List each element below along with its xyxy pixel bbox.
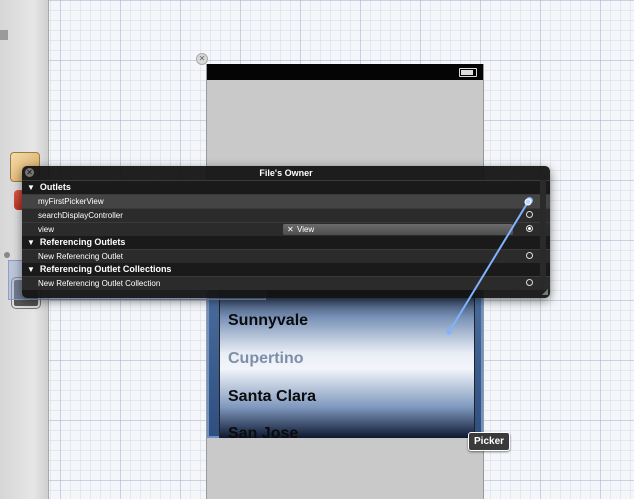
connections-hud[interactable]: File's Owner ✕ ▼ Outlets myFirstPickerVie… [22, 166, 550, 298]
outlet-row-myfirstpickerview[interactable]: myFirstPickerView [22, 194, 550, 208]
picker-label-badge: Picker [468, 432, 511, 451]
resize-grip-icon[interactable]: ◢ [542, 287, 548, 296]
connection-circle-filled-icon[interactable] [526, 225, 533, 232]
picker-row: Cupertino [228, 350, 304, 367]
connection-circle-icon[interactable] [526, 252, 533, 259]
outlet-label: New Referencing Outlet Collection [38, 279, 161, 288]
disclosure-triangle-icon[interactable]: ▼ [27, 238, 35, 247]
hud-title: File's Owner [22, 166, 550, 181]
section-label: Referencing Outlet Collections [39, 264, 172, 274]
section-referencing-outlets[interactable]: ▼ Referencing Outlets [22, 236, 550, 249]
dock-collapse-icon[interactable] [4, 252, 10, 258]
connection-circle-icon[interactable] [526, 211, 533, 218]
outlet-row-view[interactable]: view ✕ View [22, 222, 550, 236]
outlet-row-searchdisplaycontroller[interactable]: searchDisplayController [22, 208, 550, 222]
section-referencing-outlet-collections[interactable]: ▼ Referencing Outlet Collections [22, 263, 550, 276]
disconnect-x-icon[interactable]: ✕ [287, 224, 294, 235]
connection-target[interactable]: ✕ View [283, 224, 513, 235]
connection-circle-icon[interactable] [526, 197, 533, 204]
connection-circle-icon[interactable] [526, 279, 533, 286]
section-label: Outlets [39, 182, 71, 192]
outlet-row-new-referencing-outlet[interactable]: New Referencing Outlet [22, 249, 550, 263]
picker-row: Santa Clara [228, 388, 317, 405]
disclosure-triangle-icon[interactable]: ▼ [27, 183, 35, 192]
picker-row: Sunnyvale [228, 312, 309, 329]
picker-row: San Jose [228, 425, 299, 438]
hud-scrollbar[interactable] [540, 180, 546, 290]
outlet-label: view [38, 225, 55, 234]
outlet-label: New Referencing Outlet [38, 252, 123, 261]
section-outlets[interactable]: ▼ Outlets [22, 181, 550, 194]
close-icon[interactable]: ✕ [25, 168, 34, 177]
disclosure-triangle-icon[interactable]: ▼ [27, 265, 35, 274]
picker-view[interactable]: Sunnyvale Cupertino Santa Clara San Jose [207, 282, 483, 438]
battery-icon [459, 68, 477, 77]
connection-target-label: View [297, 225, 315, 234]
section-label: Referencing Outlets [39, 237, 126, 247]
outlet-label: myFirstPickerView [38, 197, 104, 206]
status-bar [207, 64, 483, 80]
outlet-row-new-referencing-outlet-collection[interactable]: New Referencing Outlet Collection [22, 276, 550, 290]
picker-wheel[interactable]: Sunnyvale Cupertino Santa Clara San Jose [219, 284, 475, 438]
outlet-label: searchDisplayController [38, 211, 123, 220]
dock-marker [0, 30, 8, 40]
